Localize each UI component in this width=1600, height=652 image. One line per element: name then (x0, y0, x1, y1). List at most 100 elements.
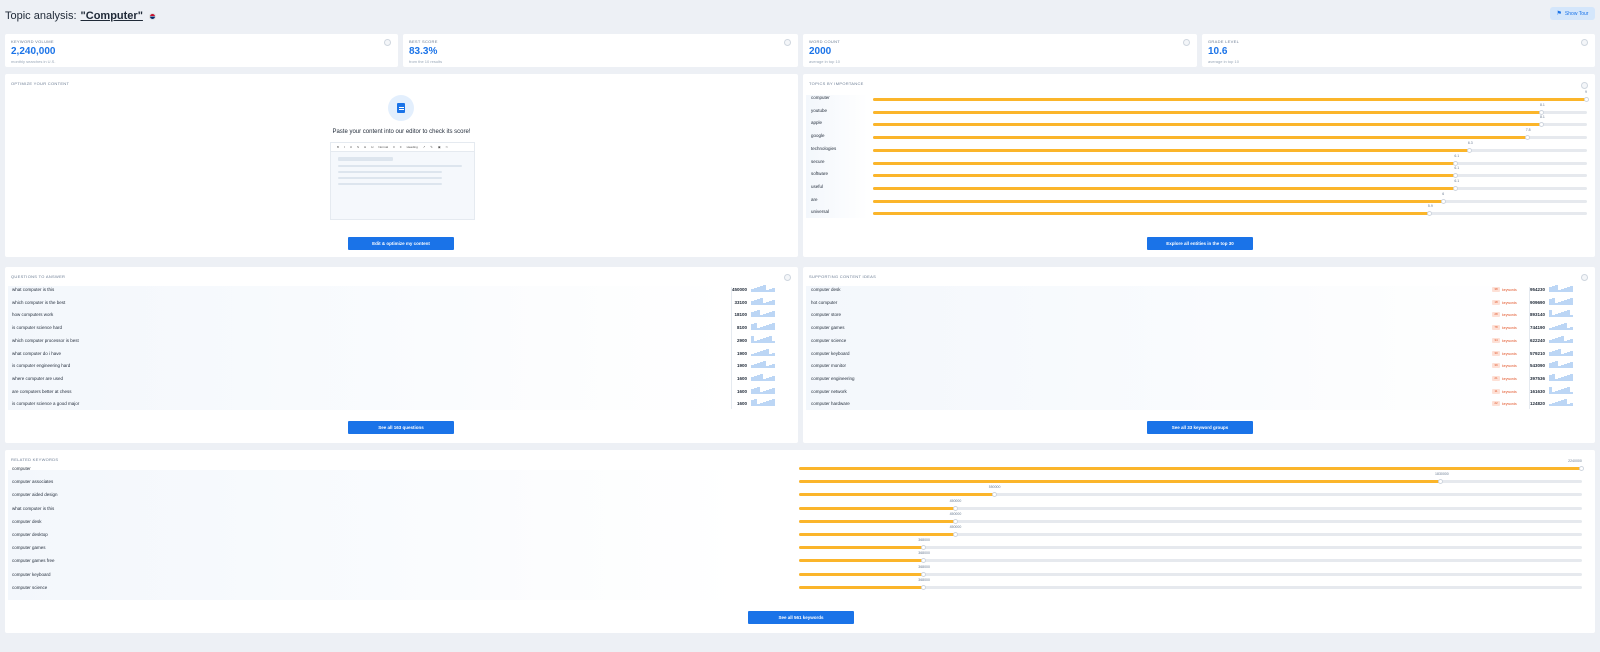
editor-toolbar-button[interactable]: ✂ (446, 145, 449, 149)
topic-bar-knob (1441, 198, 1447, 204)
question-volume: 18100 (734, 312, 747, 318)
topic-bar-value: 6.1 (1454, 166, 1460, 171)
supporting-row[interactable] (806, 335, 1586, 345)
editor-toolbar-button[interactable]: I (344, 145, 345, 149)
us-flag-icon (148, 12, 156, 20)
topic-bar-track: 6.3 (873, 141, 1587, 153)
topic-bar-value: 8.1 (1540, 115, 1545, 120)
editor-toolbar-button[interactable]: Heading (407, 145, 418, 149)
sparkline (751, 361, 775, 369)
supporting-keyword: computer store (811, 312, 842, 318)
sparkline (751, 297, 775, 305)
supporting-row[interactable] (806, 348, 1586, 358)
stat-card-best-score: BEST SCORE 83.3% from the 10 results (403, 34, 798, 67)
keyword-count-badge: 34 (1492, 337, 1500, 343)
topic-bar-knob (1466, 147, 1472, 153)
supporting-row[interactable] (806, 398, 1586, 408)
topic-label: software (811, 171, 829, 177)
topic-label: computer (811, 95, 830, 100)
edit-optimize-button[interactable]: Edit & optimize my content (348, 237, 454, 250)
see-all-keyword-groups-button[interactable]: See all 33 keyword groups (1147, 421, 1253, 434)
topic-bar-track: 6 (873, 192, 1587, 204)
question-row[interactable] (8, 322, 788, 332)
editor-toolbar-button[interactable]: H (371, 145, 373, 149)
question-row[interactable] (8, 373, 788, 383)
related-bar-fill (799, 559, 925, 563)
supporting-keyword: computer network (811, 388, 847, 394)
editor-toolbar-button[interactable]: ↗ (423, 145, 426, 149)
question-row[interactable] (8, 398, 788, 408)
explore-entities-button[interactable]: Explore all entities in the top 30 (1147, 237, 1253, 250)
info-icon[interactable] (1581, 82, 1588, 89)
sparkline-bar (772, 352, 775, 356)
editor-toolbar-button[interactable]: ≡ (400, 145, 402, 149)
sparkline-bar (772, 399, 775, 407)
question-volume: 8100 (736, 325, 747, 331)
topic-bar-fill (873, 110, 1543, 114)
question-row[interactable] (8, 309, 788, 319)
related-bar-knob (991, 492, 997, 498)
topic-label: are (811, 196, 818, 202)
sparkline (1549, 297, 1573, 305)
supporting-row[interactable] (806, 386, 1586, 396)
editor-toolbar-button[interactable]: B (337, 145, 339, 149)
info-icon[interactable] (384, 39, 391, 46)
supporting-row[interactable] (806, 360, 1586, 370)
question-text: where computer are used (12, 375, 64, 381)
editor-placeholder-line (338, 171, 442, 173)
editor-toolbar-button[interactable]: H (364, 145, 366, 149)
info-icon[interactable] (1183, 39, 1190, 46)
content-editor[interactable]: B I U S H H Normal ≡ ≡ Heading ↗ ✎ ▣ ✂ (330, 142, 475, 220)
keyword-count-badge: 39 (1492, 363, 1500, 369)
show-tour-button[interactable]: ⚑ Show Tour (1550, 7, 1595, 20)
editor-toolbar-button[interactable]: U (350, 145, 352, 149)
topic-bar-value: 6.1 (1454, 178, 1460, 183)
section-title: TOPICS BY IMPORTANCE (809, 81, 864, 86)
editor-toolbar-button[interactable]: ≡ (393, 145, 395, 149)
related-bar-value: 368000 (918, 538, 930, 543)
related-bar-track: 450000 (799, 512, 1582, 524)
question-volume: 1900 (736, 363, 747, 369)
supporting-row[interactable] (806, 322, 1586, 332)
topic-bar-track: 6.1 (873, 179, 1587, 191)
topic-bar-value: 7.8 (1525, 128, 1531, 133)
supporting-keyword: computer desk (811, 287, 841, 292)
related-bar-knob (921, 571, 927, 577)
section-title: RELATED KEYWORDS (11, 457, 59, 462)
supporting-row[interactable] (806, 284, 1586, 294)
keyword-count-badge: 22 (1492, 401, 1500, 407)
question-text: which computer is the best (12, 299, 66, 305)
supporting-row[interactable] (806, 297, 1586, 307)
editor-toolbar-button[interactable]: ▣ (438, 145, 441, 149)
question-row[interactable] (8, 386, 788, 396)
see-all-keywords-button[interactable]: See all 561 keywords (748, 611, 854, 624)
sparkline-bar (772, 288, 775, 292)
question-row[interactable] (8, 360, 788, 370)
related-bar-fill (799, 533, 956, 536)
question-row[interactable] (8, 348, 788, 358)
related-keyword: computer aided design (12, 492, 58, 498)
editor-placeholder-line (338, 177, 442, 179)
sparkline (751, 348, 775, 356)
sparkline-bar (1570, 362, 1573, 369)
info-icon[interactable] (1581, 274, 1588, 281)
info-icon[interactable] (1581, 39, 1588, 46)
editor-toolbar-button[interactable]: S (357, 145, 359, 149)
sparkline (1549, 361, 1573, 369)
info-icon[interactable] (784, 274, 791, 281)
related-bar-track: 450000 (799, 499, 1582, 511)
editor-placeholder-line (338, 183, 442, 185)
question-row[interactable] (8, 297, 788, 307)
keyword-count-badge: 78 (1492, 325, 1500, 331)
supporting-row[interactable] (806, 309, 1586, 319)
info-icon[interactable] (784, 39, 791, 46)
sparkline-bar (772, 311, 775, 318)
question-row[interactable] (8, 335, 788, 345)
topic-bar-knob (1539, 122, 1545, 128)
editor-toolbar-button[interactable]: ✎ (430, 145, 433, 149)
see-all-questions-button[interactable]: See all 163 questions (348, 421, 454, 434)
question-row[interactable] (8, 284, 788, 294)
editor-toolbar-button[interactable]: Normal (378, 145, 388, 149)
supporting-row[interactable] (806, 373, 1586, 383)
keyword-count-badge: 18 (1492, 299, 1500, 305)
